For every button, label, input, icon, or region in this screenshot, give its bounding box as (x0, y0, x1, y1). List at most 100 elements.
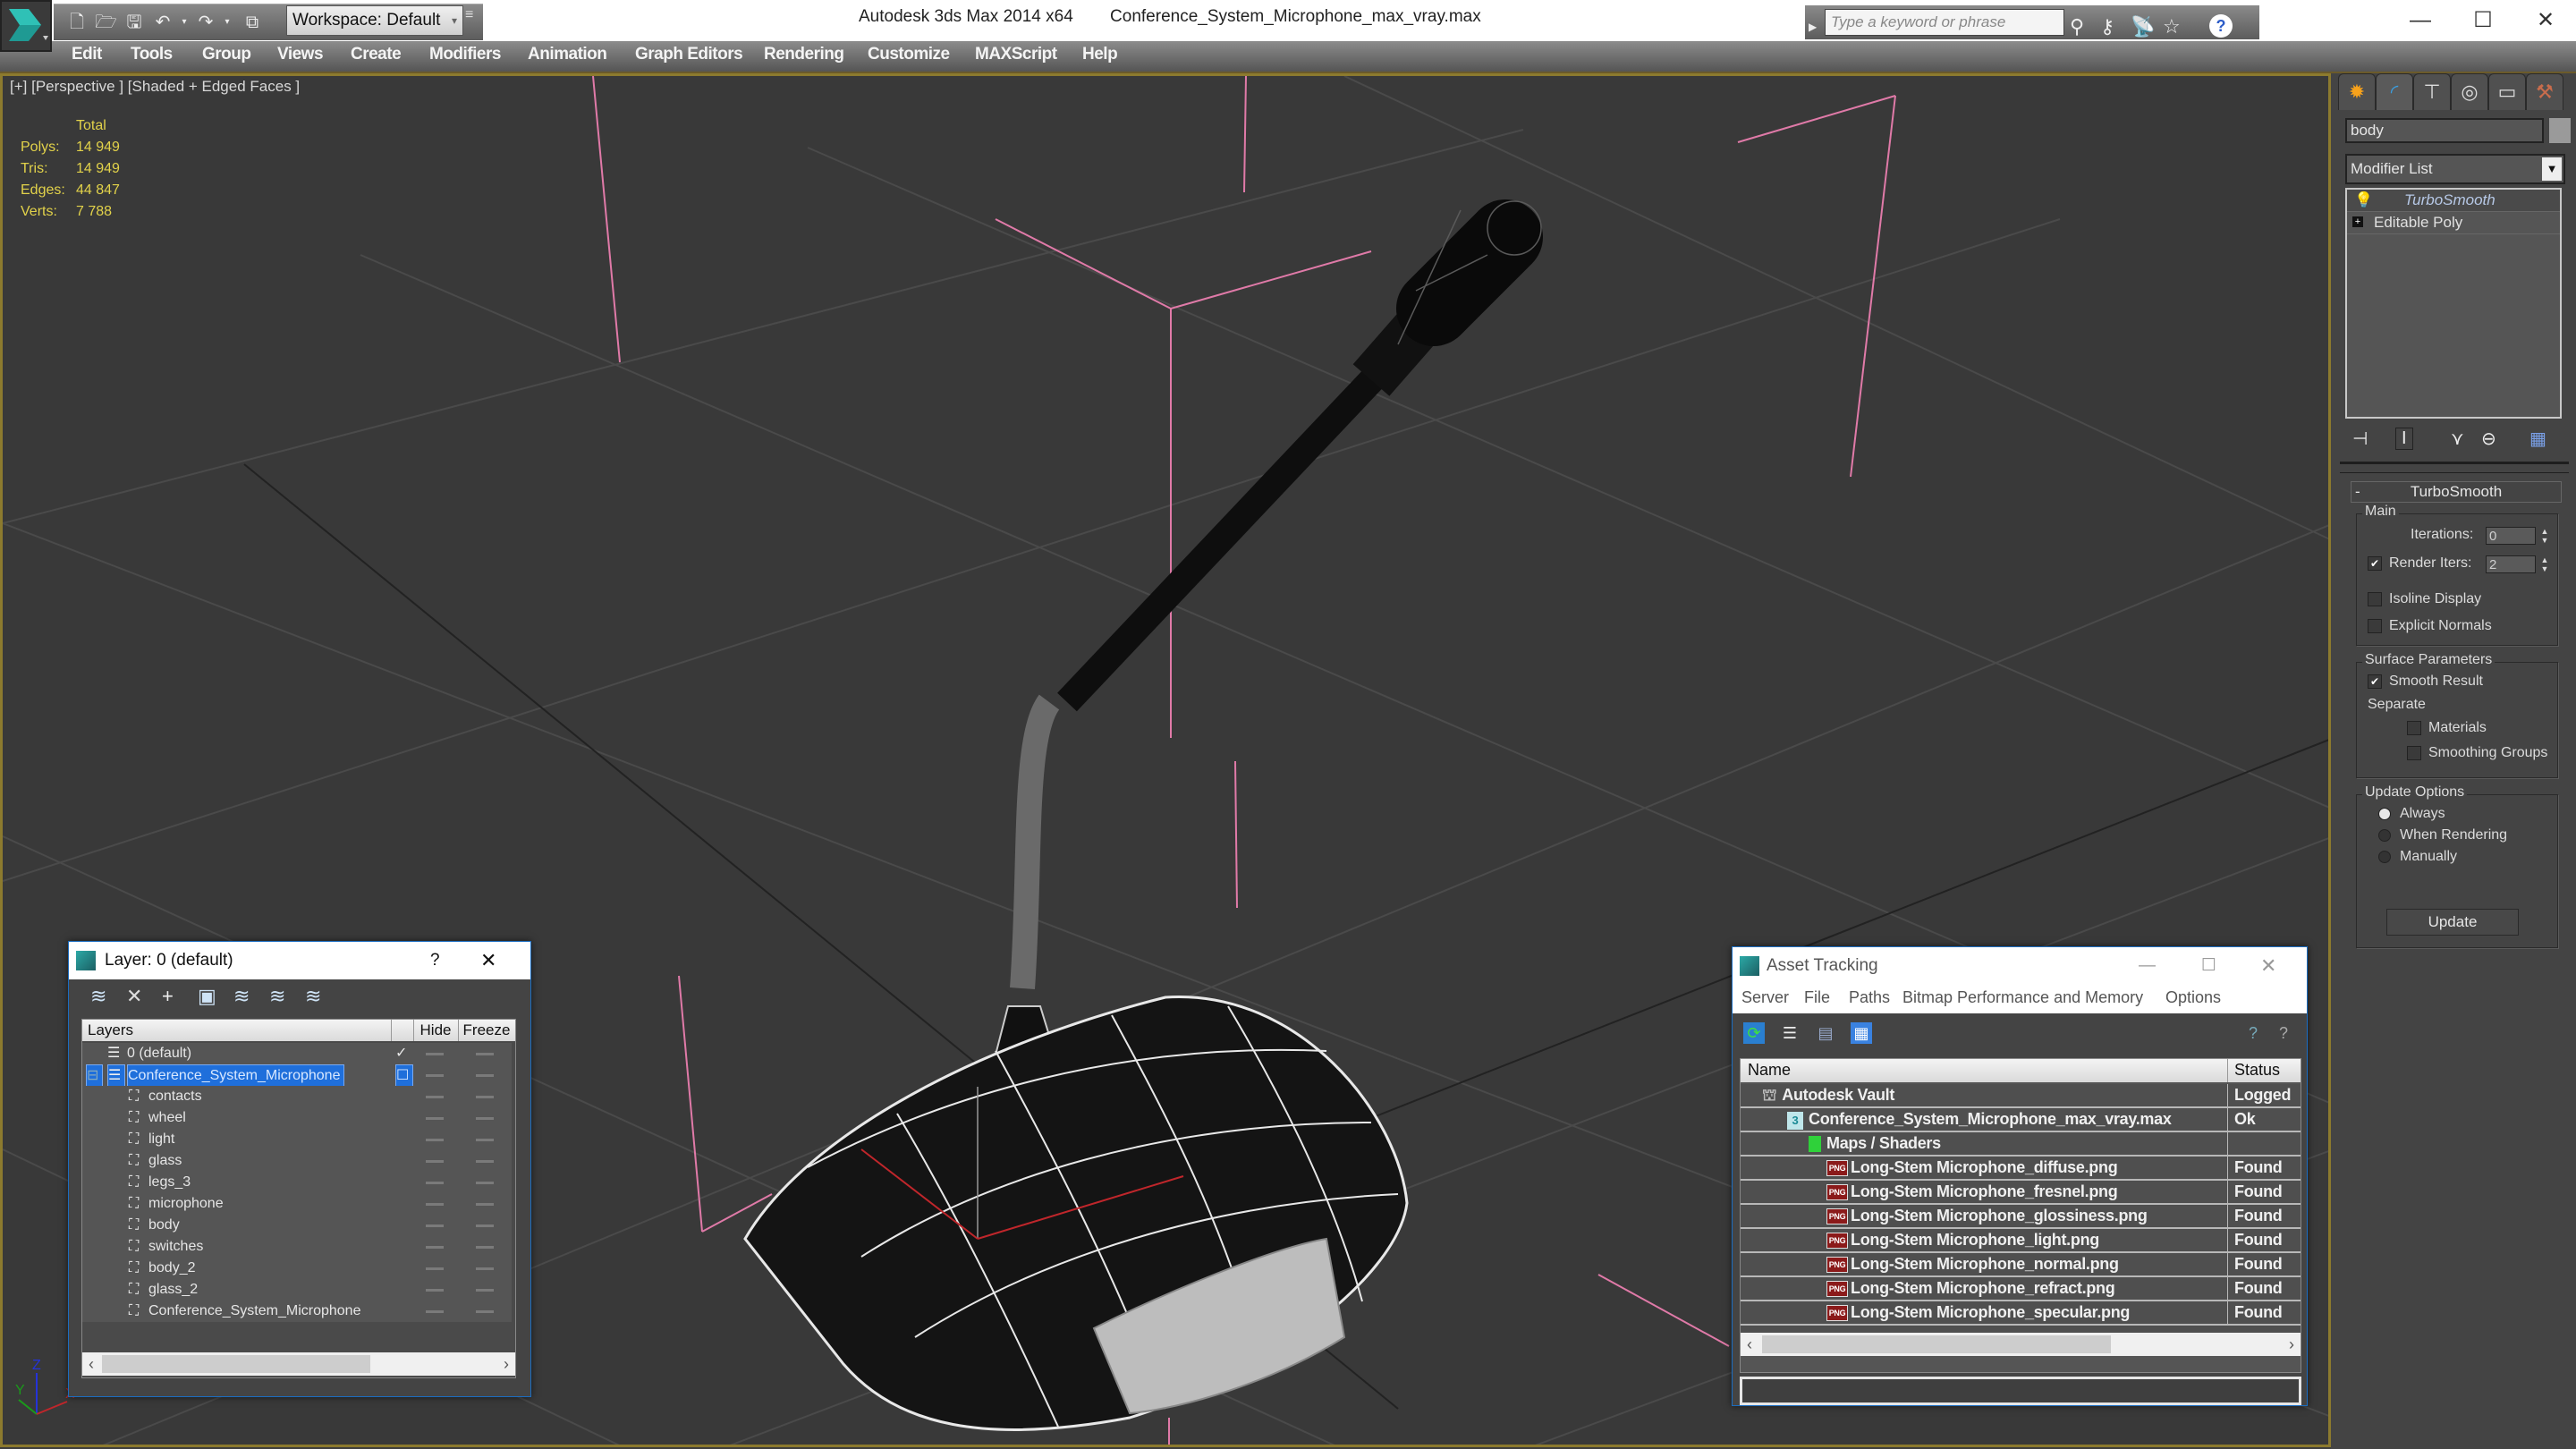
project-folder-icon[interactable]: ⧉ (242, 12, 263, 33)
freeze-toggle[interactable] (476, 1096, 494, 1098)
favorites-star-icon[interactable]: ☆ (2163, 14, 2181, 39)
explicit-normals-checkbox[interactable] (2368, 618, 2382, 633)
asset-row[interactable]: PNG Long-Stem Microphone_diffuse.png Found (1741, 1157, 2301, 1181)
stack-item-turbosmooth[interactable]: 💡 TurboSmooth (2347, 190, 2560, 212)
layer-name[interactable]: glass_2 (148, 1279, 198, 1301)
create-tab-icon[interactable]: ✹ (2338, 73, 2376, 110)
select-objects-icon[interactable]: ▣ (198, 985, 216, 1008)
layer-name[interactable]: contacts (148, 1086, 202, 1107)
hierarchy-tab-icon[interactable]: ⊤ (2413, 73, 2451, 110)
horizontal-scrollbar[interactable]: ‹ › (82, 1352, 515, 1376)
column-name[interactable]: Name (1748, 1061, 1791, 1080)
help-button[interactable]: ? (430, 942, 440, 979)
expand-arrow-icon[interactable]: ▶ (1809, 14, 1817, 39)
hide-toggle[interactable] (426, 1310, 444, 1313)
freeze-toggle[interactable] (476, 1182, 494, 1184)
layer-name[interactable]: switches (148, 1236, 203, 1258)
freeze-toggle[interactable] (476, 1289, 494, 1292)
display-tab-icon[interactable]: ▭ (2488, 73, 2526, 110)
layer-row[interactable]: ⛶ wheel (82, 1107, 512, 1129)
binoculars-search-icon[interactable]: ⚲ (2070, 14, 2084, 39)
hide-toggle[interactable] (426, 1096, 444, 1098)
tree-view-icon[interactable]: ▤ (1815, 1022, 1836, 1044)
radio-button[interactable] (2378, 850, 2391, 863)
hide-toggle[interactable] (426, 1117, 444, 1120)
freeze-toggle[interactable] (476, 1160, 494, 1163)
layer-settings-icon[interactable]: ≋ (305, 985, 321, 1008)
freeze-toggle[interactable] (476, 1053, 494, 1055)
layer-row[interactable]: ⛶ legs_3 (82, 1172, 512, 1193)
close-button[interactable]: ✕ (2260, 947, 2276, 985)
help-icon[interactable]: ? (2209, 14, 2233, 38)
menu-bitmap-performance[interactable]: Bitmap Performance and Memory (1902, 988, 2143, 1007)
radio-button[interactable] (2378, 807, 2391, 820)
menu-group[interactable]: Group (202, 45, 251, 64)
motion-tab-icon[interactable]: ◎ (2451, 73, 2488, 110)
menu-views[interactable]: Views (277, 45, 324, 64)
freeze-toggle[interactable] (476, 1224, 494, 1227)
asset-row[interactable]: PNG Long-Stem Microphone_glossiness.png Fo… (1741, 1205, 2301, 1229)
minimize-button[interactable]: — (2394, 4, 2447, 38)
asset-row[interactable]: PNG Long-Stem Microphone_refract.png Found (1741, 1277, 2301, 1301)
asset-row[interactable]: PNG Long-Stem Microphone_normal.png Found (1741, 1253, 2301, 1277)
materials-checkbox[interactable] (2407, 720, 2421, 735)
hide-toggle[interactable] (426, 1203, 444, 1206)
satellite-icon[interactable]: 📡 (2131, 14, 2155, 39)
freeze-toggle[interactable] (476, 1246, 494, 1249)
update-when-rendering-option[interactable]: When Rendering (2378, 827, 2507, 843)
show-end-result-icon[interactable]: I (2395, 428, 2413, 450)
layer-row[interactable]: ⛶ body_2 (82, 1258, 512, 1279)
layer-row[interactable]: ⊟ ☰ Conference_System_Microphone ☐ (82, 1064, 512, 1088)
app-menu-button[interactable] (0, 0, 52, 52)
redo-icon[interactable]: ↷ (195, 12, 216, 33)
layer-name[interactable]: Conference_System_Microphone (127, 1064, 345, 1088)
scroll-left-icon[interactable]: ‹ (82, 1352, 100, 1376)
menu-tools[interactable]: Tools (131, 45, 173, 64)
dialog-titlebar[interactable]: Asset Tracking — ☐ ✕ (1733, 947, 2307, 985)
asset-row[interactable]: PNG Long-Stem Microphone_specular.png Foun… (1741, 1301, 2301, 1326)
menu-graph-editors[interactable]: Graph Editors (635, 45, 743, 64)
modifier-list-dropdown[interactable]: Modifier List ▼ (2345, 154, 2565, 184)
layer-row[interactable]: ⛶ microphone (82, 1193, 512, 1215)
column-layers[interactable]: Layers (82, 1020, 392, 1041)
layer-name[interactable]: microphone (148, 1193, 224, 1215)
menu-help[interactable]: Help (1082, 45, 1118, 64)
layer-row[interactable]: ⛶ switches (82, 1236, 512, 1258)
refresh-icon[interactable]: ⟳ (1743, 1022, 1765, 1044)
maximize-button[interactable]: ☐ (2456, 4, 2510, 38)
hide-toggle[interactable] (426, 1182, 444, 1184)
layer-row[interactable]: ⛶ contacts (82, 1086, 512, 1107)
spinner-arrows-icon[interactable]: ▲ ▼ (2539, 555, 2550, 573)
menu-create[interactable]: Create (351, 45, 402, 64)
new-file-icon[interactable]: 🗋 (66, 12, 88, 33)
add-to-layer-icon[interactable]: + (162, 985, 174, 1008)
layer-row[interactable]: ☰ 0 (default) ✓ (82, 1043, 512, 1064)
rollout-header[interactable]: - TurboSmooth (2351, 481, 2562, 503)
configure-modifier-sets-icon[interactable]: ▦ (2529, 428, 2546, 450)
object-color-swatch[interactable] (2549, 118, 2571, 143)
context-help-icon[interactable]: ? (2273, 1022, 2294, 1044)
spinner-arrows-icon[interactable]: ▲ ▼ (2539, 527, 2550, 545)
hide-toggle[interactable] (426, 1053, 444, 1055)
column-current[interactable] (392, 1020, 414, 1041)
menu-paths[interactable]: Paths (1849, 988, 1890, 1007)
lightbulb-icon[interactable]: 💡 (2354, 190, 2373, 211)
layer-name[interactable]: glass (148, 1150, 182, 1172)
open-file-icon[interactable]: 🗁 (95, 12, 117, 33)
layer-name[interactable]: light (148, 1129, 174, 1150)
list-view-icon[interactable]: ☰ (1779, 1022, 1801, 1044)
hide-toggle[interactable] (426, 1246, 444, 1249)
column-hide[interactable]: Hide (413, 1020, 459, 1041)
render-iters-spinner[interactable]: 2 (2486, 555, 2536, 573)
hide-toggle[interactable] (426, 1074, 444, 1077)
scrollbar-thumb[interactable] (102, 1355, 370, 1373)
menu-animation[interactable]: Animation (528, 45, 607, 64)
freeze-toggle[interactable] (476, 1267, 494, 1270)
set-current-checkbox[interactable]: ☐ (395, 1064, 414, 1088)
hide-toggle[interactable] (426, 1160, 444, 1163)
redo-dropdown-icon[interactable]: ▾ (216, 12, 238, 33)
hide-toggle[interactable] (426, 1267, 444, 1270)
current-layer-check-icon[interactable]: ✓ (395, 1043, 407, 1064)
update-button[interactable]: Update (2386, 909, 2519, 936)
asset-row[interactable]: ⛫Autodesk VaultLogged O (1741, 1084, 2301, 1126)
